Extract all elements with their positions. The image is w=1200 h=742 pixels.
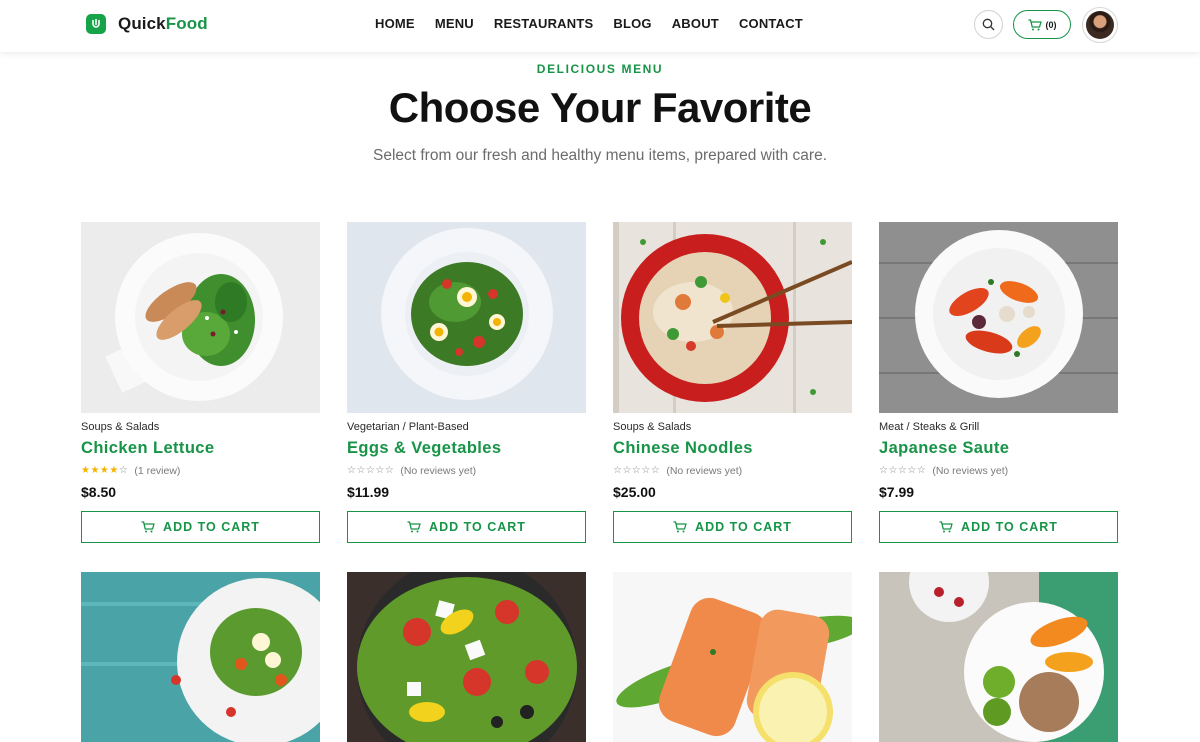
product-category: Soups & Salads xyxy=(81,421,160,433)
avatar-photo xyxy=(1086,11,1114,39)
cart-count: (0) xyxy=(1045,19,1057,30)
add-to-cart-label: ADD TO CART xyxy=(163,520,260,534)
add-to-cart-label: ADD TO CART xyxy=(961,520,1058,534)
product-rating: ☆☆☆☆☆ (No reviews yet) xyxy=(879,464,1118,478)
product-image[interactable] xyxy=(347,222,586,413)
star-rating-icon: ☆☆☆☆☆ xyxy=(879,465,927,476)
review-count: (No reviews yet) xyxy=(400,465,477,477)
user-avatar[interactable] xyxy=(1082,7,1118,43)
add-to-cart-label: ADD TO CART xyxy=(695,520,792,534)
product-image[interactable] xyxy=(81,572,320,742)
product-rating: ☆☆☆☆☆ (No reviews yet) xyxy=(613,464,852,478)
product-price: $25.00 xyxy=(613,484,656,500)
logo-icon xyxy=(86,14,106,34)
product-card xyxy=(613,572,852,742)
product-image[interactable] xyxy=(613,572,852,742)
product-card xyxy=(347,572,586,742)
review-count: (1 review) xyxy=(134,465,181,477)
product-category: Vegetarian / Plant-Based xyxy=(347,421,469,433)
product-category: Meat / Steaks & Grill xyxy=(879,421,980,433)
brand-name: QuickFood xyxy=(118,14,208,34)
brand-name-part2: Food xyxy=(165,14,208,33)
cart-icon xyxy=(673,521,687,533)
site-header: QuickFood HOME MENU RESTAURANTS BLOG ABO… xyxy=(0,0,1200,52)
nav-menu[interactable]: MENU xyxy=(435,16,474,31)
product-name[interactable]: Chinese Noodles xyxy=(613,439,852,461)
cart-button[interactable]: (0) xyxy=(1013,10,1071,39)
product-card: Meat / Steaks & Grill Japanese Saute ☆☆☆… xyxy=(879,222,1118,543)
add-to-cart-button[interactable]: ADD TO CART xyxy=(347,511,586,543)
product-name[interactable]: Japanese Saute xyxy=(879,439,1118,461)
product-card: Vegetarian / Plant-Based Eggs & Vegetabl… xyxy=(347,222,586,543)
add-to-cart-button[interactable]: ADD TO CART xyxy=(613,511,852,543)
product-card: Soups & Salads Chinese Noodles ☆☆☆☆☆ (No… xyxy=(613,222,852,543)
product-price: $8.50 xyxy=(81,484,117,500)
add-to-cart-button[interactable]: ADD TO CART xyxy=(81,511,320,543)
product-rating: ★★★★☆ (1 review) xyxy=(81,464,320,478)
product-image[interactable] xyxy=(879,222,1118,413)
cart-icon xyxy=(939,521,953,533)
product-category: Soups & Salads xyxy=(613,421,692,433)
product-card xyxy=(879,572,1118,742)
product-image[interactable] xyxy=(613,222,852,413)
review-count: (No reviews yet) xyxy=(932,465,1009,477)
star-rating-icon: ☆☆☆☆☆ xyxy=(613,465,661,476)
nav-blog[interactable]: BLOG xyxy=(613,16,651,31)
add-to-cart-button[interactable]: ADD TO CART xyxy=(879,511,1118,543)
product-name[interactable]: Chicken Lettuce xyxy=(81,439,320,461)
main-nav: HOME MENU RESTAURANTS BLOG ABOUT CONTACT xyxy=(375,16,823,31)
add-to-cart-label: ADD TO CART xyxy=(429,520,526,534)
review-count: (No reviews yet) xyxy=(666,465,743,477)
section-title: Choose Your Favorite xyxy=(388,84,812,131)
search-button[interactable] xyxy=(974,10,1003,39)
nav-contact[interactable]: CONTACT xyxy=(739,16,803,31)
section-subtitle: Select from our fresh and healthy menu i… xyxy=(372,147,828,164)
star-rating-icon: ☆☆☆☆☆ xyxy=(347,465,395,476)
nav-home[interactable]: HOME xyxy=(375,16,415,31)
cart-icon xyxy=(407,521,421,533)
nav-about[interactable]: ABOUT xyxy=(672,16,719,31)
product-image[interactable] xyxy=(347,572,586,742)
product-card xyxy=(81,572,320,742)
logo[interactable]: QuickFood xyxy=(86,14,208,34)
product-name[interactable]: Eggs & Vegetables xyxy=(347,439,586,461)
product-price: $7.99 xyxy=(879,484,915,500)
star-rating-icon: ★★★★☆ xyxy=(81,465,129,476)
product-image[interactable] xyxy=(81,222,320,413)
brand-name-part1: Quick xyxy=(118,14,166,33)
section-eyebrow: DELICIOUS MENU xyxy=(536,62,664,76)
product-rating: ☆☆☆☆☆ (No reviews yet) xyxy=(347,464,586,478)
cart-icon xyxy=(1028,18,1042,30)
product-price: $11.99 xyxy=(347,484,390,500)
nav-restaurants[interactable]: RESTAURANTS xyxy=(494,16,593,31)
cart-icon xyxy=(141,521,155,533)
product-image[interactable] xyxy=(879,572,1118,742)
product-card: Soups & Salads Chicken Lettuce ★★★★☆ (1 … xyxy=(81,222,320,543)
search-icon xyxy=(982,18,995,31)
